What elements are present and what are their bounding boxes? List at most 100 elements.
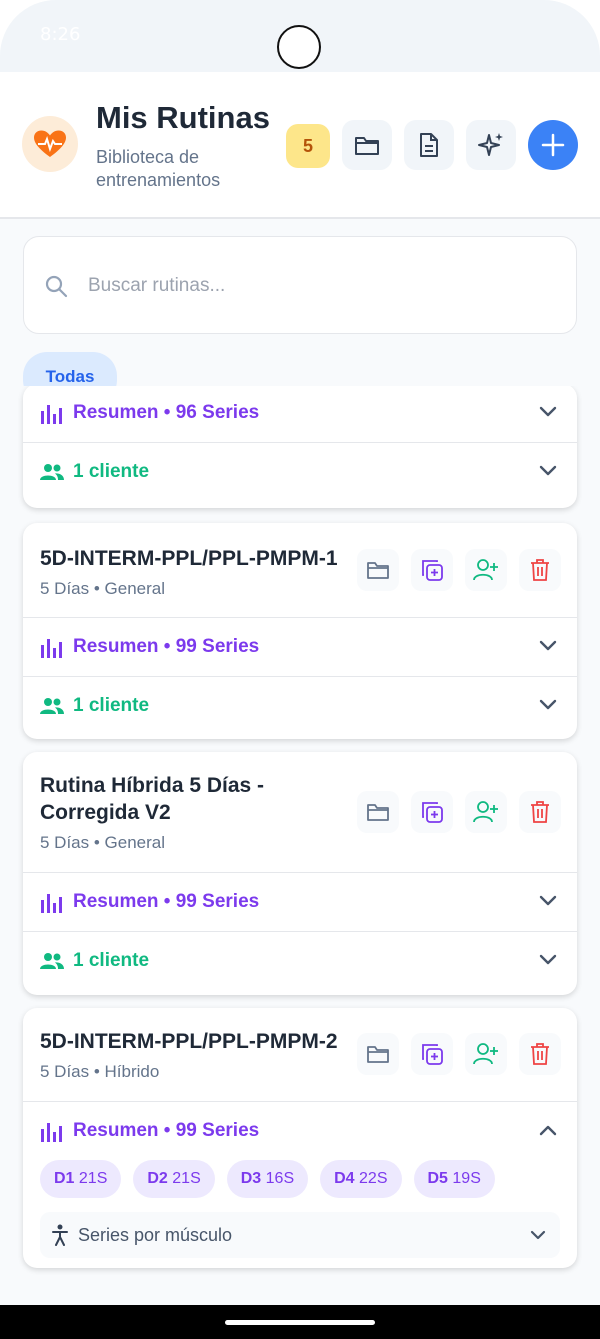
plus-icon <box>541 133 565 157</box>
folder-icon <box>367 804 389 821</box>
add-routine-button[interactable] <box>528 120 578 170</box>
move-to-folder-button[interactable] <box>357 791 399 833</box>
day-label: D4 <box>334 1170 355 1187</box>
card-header[interactable]: 5D-INTERM-PPL/PPL-PMPM-1 5 Días • Genera… <box>23 523 577 617</box>
routine-card: 5D-INTERM-PPL/PPL-PMPM-2 5 Días • Híbrid… <box>23 1008 577 1268</box>
day-chip[interactable]: D4 22S <box>320 1160 402 1198</box>
duplicate-button[interactable] <box>411 791 453 833</box>
day-chip[interactable]: D3 16S <box>226 1160 309 1198</box>
clients-row[interactable]: 1 cliente <box>23 442 577 501</box>
copy-plus-icon <box>422 802 443 823</box>
routine-title: 5D-INTERM-PPL/PPL-PMPM-1 <box>40 547 338 570</box>
move-to-folder-button[interactable] <box>357 549 399 591</box>
app-screen: 8:26 Mis Rutinas Biblioteca de entrenami… <box>0 0 600 1339</box>
series-by-muscle-label: Series por músculo <box>78 1225 233 1245</box>
summary-toggle[interactable]: Resumen • 99 Series <box>23 1102 577 1160</box>
folder-icon <box>355 137 379 155</box>
bar-chart-icon <box>41 1123 62 1142</box>
routine-card: Rutina Híbrida 5 Días - Corregida V2 5 D… <box>23 752 577 995</box>
chevron-down-icon <box>539 640 557 651</box>
filter-chip-todas[interactable]: Todas <box>23 352 117 386</box>
trash-icon <box>531 1043 549 1065</box>
day-chip[interactable]: D5 19S <box>413 1160 495 1198</box>
day-chips: D1 21S D2 21S D3 16S D4 22S D5 19S <box>40 1160 495 1198</box>
search-box <box>23 236 577 334</box>
routine-meta: 5 Días • General <box>40 833 166 852</box>
routine-count-badge: 5 <box>286 124 330 168</box>
clients-row[interactable]: 1 cliente <box>23 676 577 735</box>
chevron-up-icon <box>539 1125 557 1136</box>
chevron-down-icon <box>539 465 557 476</box>
folder-icon <box>367 1046 389 1063</box>
summary-label: Resumen • 99 Series <box>73 891 260 912</box>
bar-chart-icon <box>41 894 62 913</box>
folders-button[interactable] <box>342 120 392 170</box>
copy-plus-icon <box>422 560 443 581</box>
user-plus-icon <box>473 801 498 823</box>
summary-section: Resumen • 99 Series D1 21S D2 21S D3 16S… <box>23 1101 577 1268</box>
day-chip[interactable]: D1 21S <box>40 1160 122 1198</box>
day-label: D5 <box>427 1170 448 1187</box>
clients-label: 1 cliente <box>73 461 150 482</box>
summary-label: Resumen • 99 Series <box>73 1120 260 1141</box>
delete-button[interactable] <box>519 791 561 833</box>
card-header[interactable]: 5D-INTERM-PPL/PPL-PMPM-2 5 Días • Híbrid… <box>23 1008 577 1101</box>
day-sets: 21S <box>172 1170 201 1187</box>
assign-client-button[interactable] <box>465 791 507 833</box>
users-icon <box>40 698 64 714</box>
day-sets: 16S <box>265 1170 295 1187</box>
status-bar: 8:26 <box>0 0 600 72</box>
day-chip[interactable]: D2 21S <box>133 1160 215 1198</box>
bar-chart-icon <box>41 639 62 658</box>
day-sets: 19S <box>452 1170 481 1187</box>
document-icon <box>420 133 438 157</box>
routine-title: Rutina Híbrida 5 Días - Corregida V2 <box>40 774 265 824</box>
templates-button[interactable] <box>404 120 454 170</box>
delete-button[interactable] <box>519 1033 561 1075</box>
routine-card: Resumen • 96 Series 1 cliente <box>23 386 577 508</box>
summary-row[interactable]: Resumen • 96 Series <box>23 386 577 442</box>
clients-label: 1 cliente <box>73 950 150 971</box>
home-gesture-handle[interactable] <box>225 1320 375 1325</box>
sparkles-icon <box>478 133 503 156</box>
routine-list[interactable]: Resumen • 96 Series 1 cliente 5D-INTERM-… <box>0 386 600 1305</box>
user-plus-icon <box>473 559 498 581</box>
trash-icon <box>531 559 549 581</box>
heart-pulse-logo-icon <box>22 116 78 172</box>
chevron-down-icon <box>539 406 557 417</box>
clients-row[interactable]: 1 cliente <box>23 931 577 990</box>
summary-row[interactable]: Resumen • 99 Series <box>23 872 577 931</box>
day-sets: 22S <box>359 1170 388 1187</box>
summary-label: Resumen • 99 Series <box>73 636 260 657</box>
routine-meta: 5 Días • Híbrido <box>40 1062 160 1081</box>
person-icon <box>52 1224 68 1246</box>
day-label: D2 <box>147 1170 168 1187</box>
user-plus-icon <box>473 1043 498 1065</box>
chevron-down-icon <box>539 895 557 906</box>
system-nav-bar <box>0 1305 600 1339</box>
bar-chart-icon <box>41 405 62 424</box>
summary-label: Resumen • 96 Series <box>73 402 260 423</box>
delete-button[interactable] <box>519 549 561 591</box>
card-header[interactable]: Rutina Híbrida 5 Días - Corregida V2 5 D… <box>23 752 577 872</box>
search-input[interactable] <box>86 267 530 305</box>
folder-icon <box>367 562 389 579</box>
day-label: D3 <box>240 1170 262 1187</box>
series-by-muscle-toggle[interactable]: Series por músculo <box>40 1212 560 1258</box>
summary-row[interactable]: Resumen • 99 Series <box>23 617 577 676</box>
routine-title: 5D-INTERM-PPL/PPL-PMPM-2 <box>40 1030 338 1053</box>
status-time: 8:26 <box>40 24 81 45</box>
assign-client-button[interactable] <box>465 549 507 591</box>
routine-meta: 5 Días • General <box>40 579 166 598</box>
duplicate-button[interactable] <box>411 1033 453 1075</box>
duplicate-button[interactable] <box>411 549 453 591</box>
chevron-down-icon <box>539 699 557 710</box>
ai-generate-button[interactable] <box>466 120 516 170</box>
camera-cutout <box>277 25 321 69</box>
copy-plus-icon <box>422 1044 443 1065</box>
routine-card: 5D-INTERM-PPL/PPL-PMPM-1 5 Días • Genera… <box>23 523 577 739</box>
move-to-folder-button[interactable] <box>357 1033 399 1075</box>
assign-client-button[interactable] <box>465 1033 507 1075</box>
filter-chips: Todas <box>23 350 577 386</box>
users-icon <box>40 953 64 969</box>
